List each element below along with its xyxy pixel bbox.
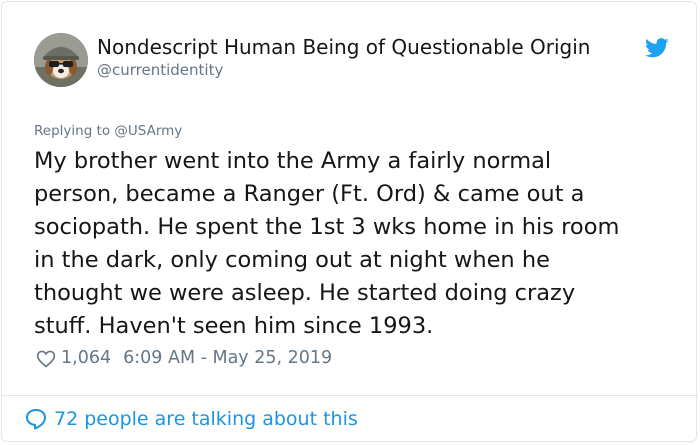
reply-mention-link[interactable]: @USArmy	[114, 123, 182, 139]
tweet-text: My brother went into the Army a fairly n…	[34, 145, 674, 343]
heart-icon[interactable]	[36, 349, 56, 368]
tweet-text-line: in the dark, only coming out at night wh…	[34, 247, 550, 273]
like-count[interactable]: 1,064	[61, 348, 111, 368]
dog-avatar-icon	[34, 33, 88, 87]
conversation-link[interactable]: 72 people are talking about this	[24, 406, 358, 432]
tweet-meta: 1,064 6:09 AM - May 25, 2019	[36, 346, 332, 370]
tweet-timestamp[interactable]: 6:09 AM - May 25, 2019	[123, 348, 332, 368]
twitter-bird-icon[interactable]	[645, 37, 669, 59]
tweet-text-line: sociopath. He spent the 1st 3 wks home i…	[34, 214, 620, 240]
tweet-text-line: stuff. Haven't seen him since 1993.	[34, 313, 434, 339]
author-handle[interactable]: @currentidentity	[97, 61, 223, 79]
replying-prefix: Replying to	[34, 123, 111, 139]
tweet-text-line: person, became a Ranger (Ft. Ord) & came…	[34, 181, 585, 207]
tweet-text-line: My brother went into the Army a fairly n…	[34, 148, 552, 174]
conversation-label[interactable]: 72 people are talking about this	[54, 408, 358, 430]
tweet-text-line: thought we were asleep. He started doing…	[34, 280, 576, 306]
divider	[1, 395, 699, 396]
tweet-card: Nondescript Human Being of Questionable …	[1, 1, 697, 442]
author-display-name[interactable]: Nondescript Human Being of Questionable …	[97, 35, 590, 59]
speech-bubble-icon	[26, 409, 46, 430]
avatar[interactable]	[34, 33, 88, 87]
replying-to: Replying to @USArmy	[34, 123, 182, 139]
